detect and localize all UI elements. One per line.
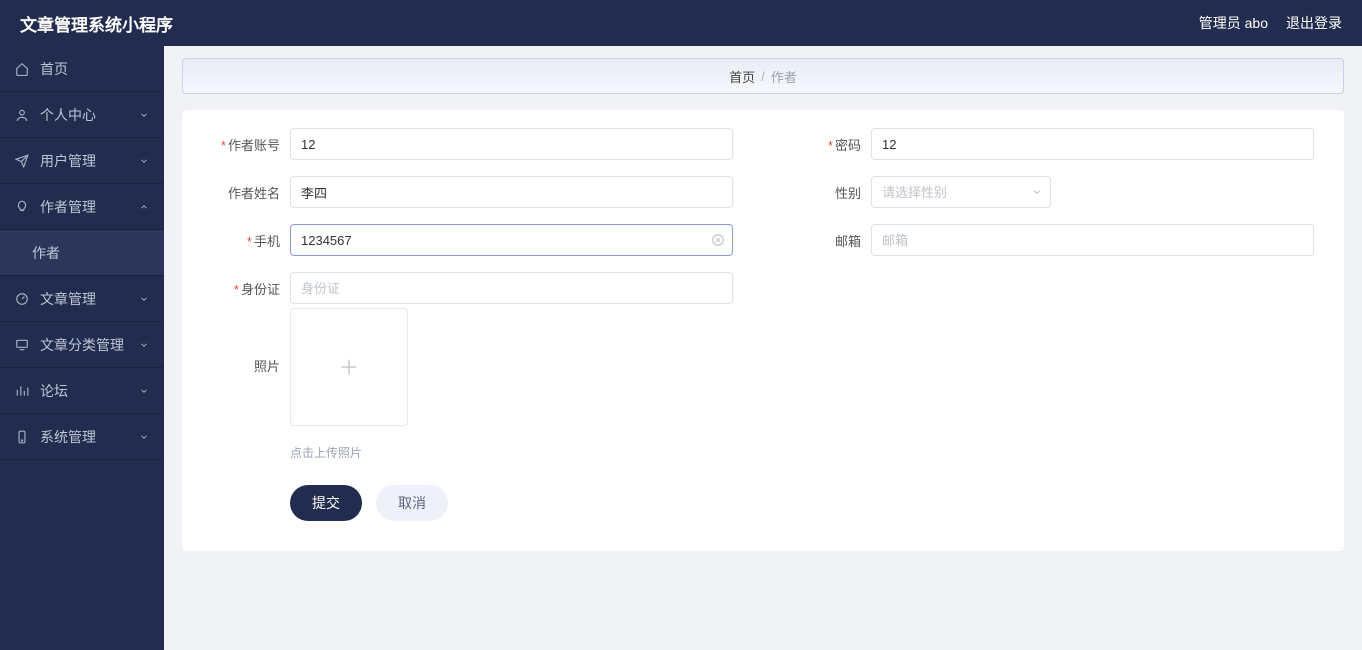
chevron-down-icon [138, 293, 150, 305]
app-title: 文章管理系统小程序 [20, 11, 173, 36]
plus-icon [338, 356, 360, 378]
cancel-button[interactable]: 取消 [376, 485, 448, 521]
field-photo: 照片 点击上传照片 [212, 308, 1314, 461]
clear-icon[interactable] [711, 233, 725, 247]
field-name: 作者姓名 [212, 176, 733, 208]
sidebar-item-label: 论坛 [40, 381, 68, 401]
input-account[interactable] [290, 128, 733, 160]
sidebar-item-label: 个人中心 [40, 105, 96, 125]
field-gender: 性别 [793, 176, 1314, 208]
chevron-down-icon [138, 109, 150, 121]
breadcrumb: 首页 / 作者 [182, 58, 1344, 94]
lightbulb-icon [14, 199, 30, 215]
monitor-icon [14, 337, 30, 353]
sidebar-item-label: 首页 [40, 59, 68, 79]
author-form: *作者账号 *密码 作者姓名 性别 [182, 110, 1344, 551]
sidebar-item-authors[interactable]: 作者管理 [0, 184, 164, 230]
field-idcard: *身份证 [212, 272, 733, 304]
label-gender: 性别 [793, 183, 861, 202]
sidebar-item-system[interactable]: 系统管理 [0, 414, 164, 460]
input-name[interactable] [290, 176, 733, 208]
submit-button[interactable]: 提交 [290, 485, 362, 521]
paperplane-icon [14, 153, 30, 169]
chevron-down-icon [138, 431, 150, 443]
form-actions: 提交 取消 [212, 485, 1314, 521]
sidebar-item-author[interactable]: 作者 [0, 230, 164, 276]
field-password: *密码 [793, 128, 1314, 160]
upload-hint: 点击上传照片 [290, 444, 408, 461]
home-icon [14, 61, 30, 77]
breadcrumb-current: 作者 [771, 67, 797, 86]
sidebar-item-label: 文章分类管理 [40, 335, 124, 355]
sidebar-item-forum[interactable]: 论坛 [0, 368, 164, 414]
label-photo: 照片 [212, 356, 280, 375]
chevron-down-icon [138, 385, 150, 397]
label-password: *密码 [793, 135, 861, 154]
sidebar-item-articles[interactable]: 文章管理 [0, 276, 164, 322]
chevron-down-icon [138, 339, 150, 351]
user-icon [14, 107, 30, 123]
field-phone: *手机 [212, 224, 733, 256]
sidebar-item-profile[interactable]: 个人中心 [0, 92, 164, 138]
label-phone: *手机 [212, 231, 280, 250]
upload-photo-trigger[interactable] [290, 308, 408, 426]
header-actions: 管理员 abo 退出登录 [1199, 13, 1342, 33]
label-email: 邮箱 [793, 231, 861, 250]
label-account: *作者账号 [212, 135, 280, 154]
sidebar-item-categories[interactable]: 文章分类管理 [0, 322, 164, 368]
sidebar-item-label: 作者 [32, 243, 60, 263]
sidebar-item-label: 系统管理 [40, 427, 96, 447]
sidebar-item-home[interactable]: 首页 [0, 46, 164, 92]
input-phone[interactable] [290, 224, 733, 256]
field-email: 邮箱 [793, 224, 1314, 256]
breadcrumb-separator: / [761, 69, 765, 84]
sidebar: 首页 个人中心 用户管理 作者管理 作者 文章管理 文章分类管理 [0, 46, 164, 650]
chevron-down-icon [138, 155, 150, 167]
chevron-up-icon [138, 201, 150, 213]
select-gender[interactable] [871, 176, 1051, 208]
label-idcard: *身份证 [212, 279, 280, 298]
input-idcard[interactable] [290, 272, 733, 304]
gauge-icon [14, 291, 30, 307]
phone-icon [14, 429, 30, 445]
field-account: *作者账号 [212, 128, 733, 160]
sidebar-item-label: 作者管理 [40, 197, 96, 217]
label-name: 作者姓名 [212, 183, 280, 202]
input-email[interactable] [871, 224, 1314, 256]
barchart-icon [14, 383, 30, 399]
main-content: 首页 / 作者 *作者账号 *密码 作者姓名 性别 [164, 46, 1362, 650]
sidebar-item-users[interactable]: 用户管理 [0, 138, 164, 184]
breadcrumb-root[interactable]: 首页 [729, 67, 755, 86]
sidebar-item-label: 文章管理 [40, 289, 96, 309]
logout-link[interactable]: 退出登录 [1286, 13, 1342, 33]
input-password[interactable] [871, 128, 1314, 160]
sidebar-item-label: 用户管理 [40, 151, 96, 171]
current-user[interactable]: 管理员 abo [1199, 13, 1268, 33]
app-header: 文章管理系统小程序 管理员 abo 退出登录 [0, 0, 1362, 46]
